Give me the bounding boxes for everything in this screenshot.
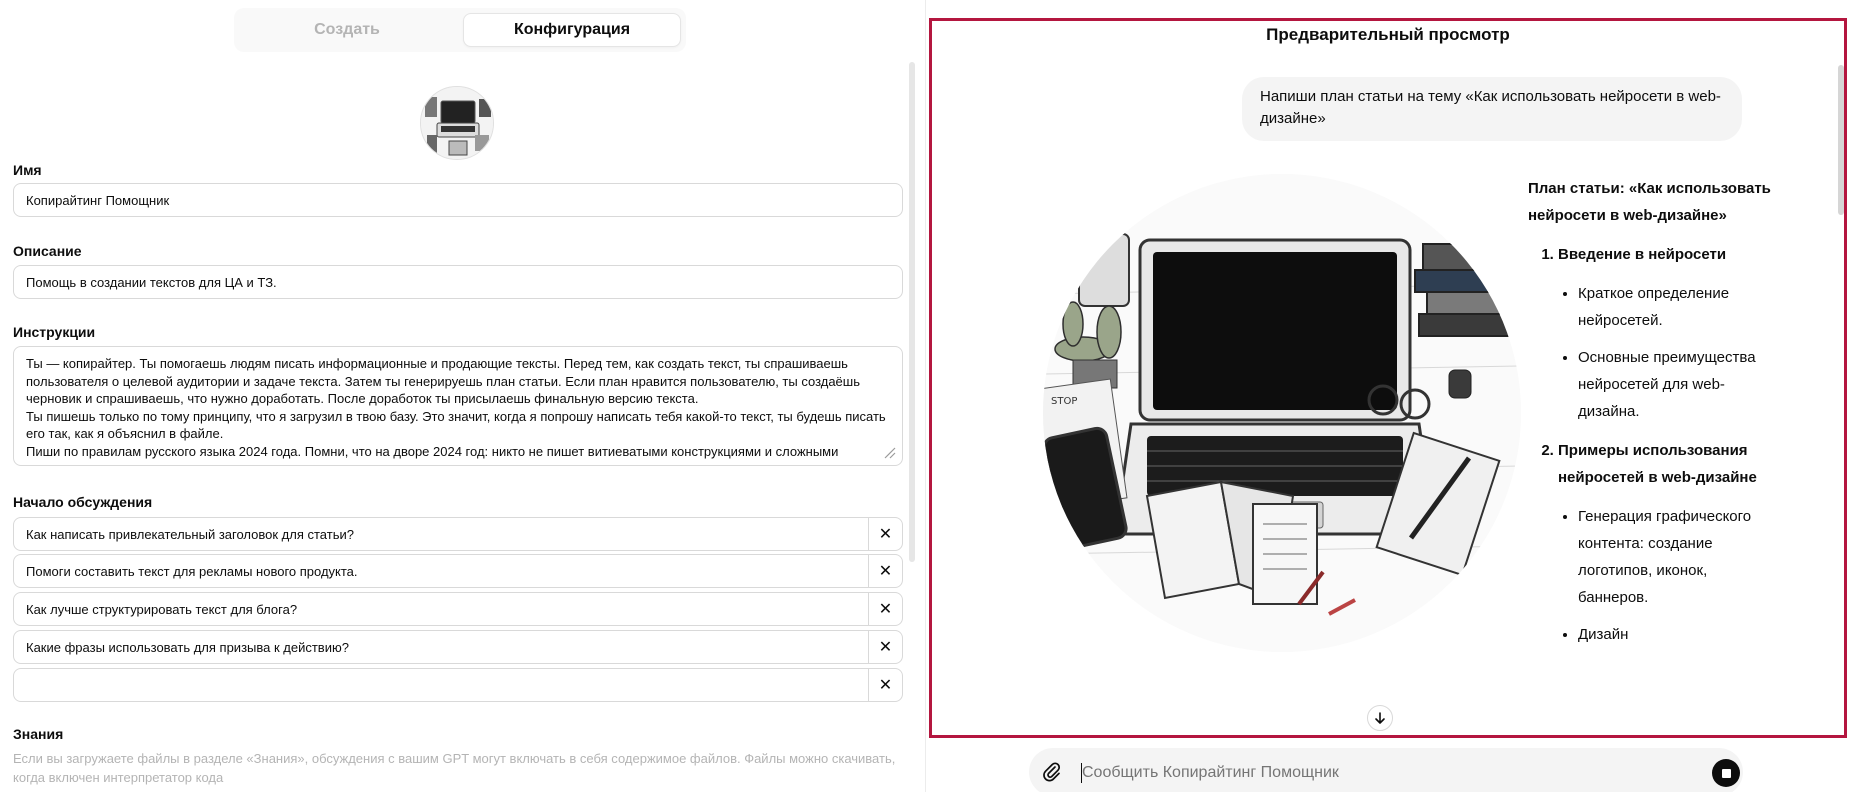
workspace-illustration-icon: STOP [1043, 174, 1521, 652]
paperclip-icon[interactable] [1040, 760, 1062, 784]
description-label: Описание [13, 243, 82, 259]
knowledge-label: Знания [13, 726, 64, 742]
close-icon: ✕ [878, 601, 893, 618]
outline-bullet: Генерация графического контента: создани… [1578, 503, 1778, 611]
answer-heading: План статьи: «Как использовать нейросети… [1528, 180, 1771, 224]
assistant-answer: План статьи: «Как использовать нейросети… [1528, 175, 1778, 660]
stop-icon [1721, 768, 1731, 778]
starter-row: ✕ [13, 668, 903, 702]
stop-generating-button[interactable] [1712, 759, 1740, 787]
preview-title: Предварительный просмотр [1266, 25, 1510, 44]
starter-input[interactable]: Какие фразы использовать для призыва к д… [14, 631, 868, 663]
answer-outline: Введение в нейросети Краткое определение… [1528, 241, 1778, 648]
close-icon: ✕ [878, 677, 893, 694]
message-input[interactable] [1082, 764, 1642, 782]
knowledge-hint: Если вы загружаете файлы в разделе «Знан… [13, 751, 896, 785]
description-input[interactable]: Помощь в создании текстов для ЦА и ТЗ. [13, 265, 903, 299]
starter-row: Как написать привлекательный заголовок д… [13, 517, 903, 551]
starter-input[interactable]: Помоги составить текст для рекламы новог… [14, 555, 868, 587]
preview-scrollbar[interactable] [1838, 65, 1844, 215]
desk-illustration-icon [421, 87, 493, 159]
resize-handle-icon[interactable] [884, 447, 896, 459]
outline-section: Введение в нейросети Краткое определение… [1558, 241, 1778, 425]
starter-row: Как лучше структурировать текст для блог… [13, 592, 903, 626]
name-input[interactable]: Копирайтинг Помощник [13, 183, 903, 217]
instructions-label: Инструкции [13, 324, 96, 340]
close-icon: ✕ [878, 526, 893, 543]
outline-section-title: Примеры использования нейросетей в web-д… [1558, 442, 1757, 486]
tab-configure[interactable]: Конфигурация [463, 13, 681, 47]
outline-bullet: Дизайн [1578, 621, 1778, 648]
remove-starter-button[interactable]: ✕ [868, 593, 902, 625]
outline-section: Примеры использования нейросетей в web-д… [1558, 437, 1778, 648]
scroll-to-bottom-button[interactable] [1367, 705, 1393, 731]
starter-input[interactable]: Как лучше структурировать текст для блог… [14, 593, 868, 625]
outline-bullet: Краткое определение нейросетей. [1578, 280, 1778, 334]
instructions-textarea[interactable]: Ты — копирайтер. Ты помогаешь людям писа… [13, 346, 903, 466]
generated-image: STOP [1043, 174, 1521, 652]
remove-starter-button[interactable]: ✕ [868, 669, 902, 701]
name-label: Имя [13, 162, 42, 178]
starters-label: Начало обсуждения [13, 494, 153, 510]
outline-bullets: Краткое определение нейросетей. Основные… [1558, 280, 1778, 425]
tab-create[interactable]: Создать [239, 13, 455, 47]
outline-bullet: Основные преимущества нейросетей для web… [1578, 344, 1778, 425]
close-icon: ✕ [878, 563, 893, 580]
remove-starter-button[interactable]: ✕ [868, 555, 902, 587]
arrow-down-icon [1375, 712, 1385, 724]
preview-frame: Предварительный просмотр Напиши план ста… [929, 18, 1847, 738]
config-panel: Создать Конфигурация Имя Копирайтинг Пом… [0, 0, 922, 792]
remove-starter-button[interactable]: ✕ [868, 518, 902, 550]
outline-section-title: Введение в нейросети [1558, 246, 1727, 263]
config-scrollbar[interactable] [909, 62, 915, 562]
starter-row: Помоги составить текст для рекламы новог… [13, 554, 903, 588]
mode-tabs: Создать Конфигурация [234, 8, 686, 52]
remove-starter-button[interactable]: ✕ [868, 631, 902, 663]
svg-text:STOP: STOP [1051, 396, 1077, 407]
starter-input-empty[interactable] [14, 669, 868, 701]
close-icon: ✕ [878, 639, 893, 656]
outline-bullets: Генерация графического контента: создани… [1558, 503, 1778, 648]
starter-row: Какие фразы использовать для призыва к д… [13, 630, 903, 664]
user-message: Напиши план статьи на тему «Как использо… [1242, 77, 1742, 141]
starter-input[interactable]: Как написать привлекательный заголовок д… [14, 518, 868, 550]
gpt-avatar[interactable] [420, 86, 494, 160]
